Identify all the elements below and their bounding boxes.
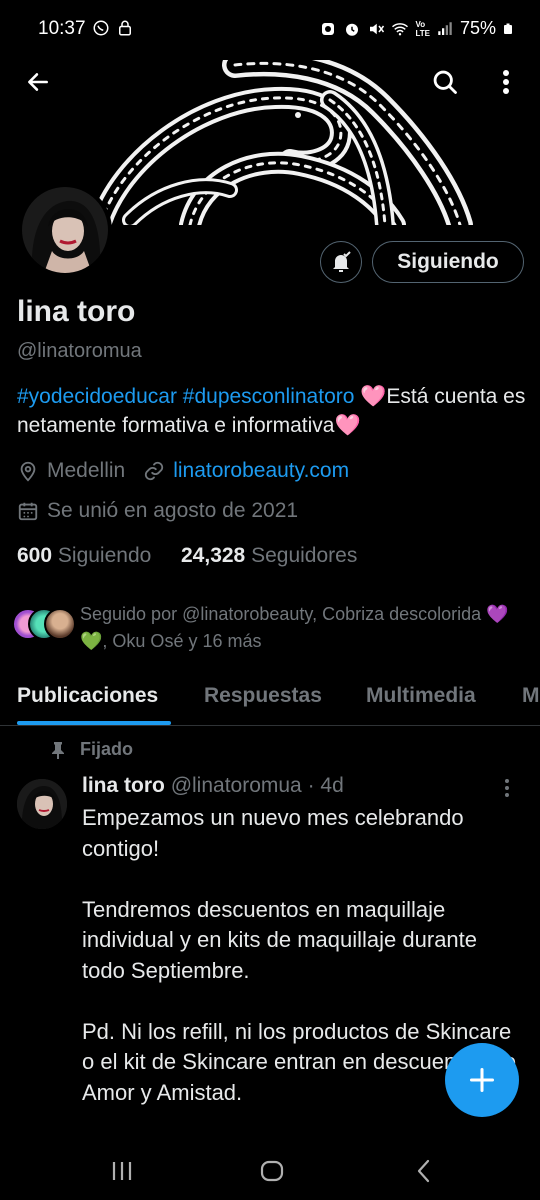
- bio-hashtags[interactable]: #yodecidoeducar #dupesconlinatoro: [17, 385, 354, 408]
- profile-website-link[interactable]: linatorobeauty.com: [173, 459, 349, 483]
- chevron-left-icon: [417, 1159, 430, 1183]
- more-vertical-icon: [505, 779, 509, 797]
- back-button[interactable]: [16, 60, 60, 104]
- search-button[interactable]: [423, 60, 467, 104]
- home-button[interactable]: [252, 1154, 292, 1188]
- followed-by-part-2: , Oku Osé y 16 más: [102, 631, 262, 651]
- whatsapp-icon: [93, 20, 109, 36]
- more-vertical-icon: [503, 70, 509, 94]
- home-icon: [260, 1160, 284, 1182]
- plus-icon: [469, 1067, 495, 1093]
- status-time: 10:37: [38, 18, 86, 39]
- post-author-handle[interactable]: @linatoromua: [171, 774, 302, 797]
- post-paragraph: Empezamos un nuevo mes celebrando contig…: [82, 805, 464, 861]
- location-pin-icon: [20, 461, 36, 482]
- profile-location: Medellin: [47, 459, 126, 482]
- followers-count: 24,328: [181, 544, 246, 567]
- battery-icon: [504, 23, 512, 34]
- notifications-toggle-button[interactable]: [320, 241, 362, 283]
- search-icon: [433, 70, 457, 94]
- profile-joined-row: Se unió en agosto de 2021: [17, 499, 298, 523]
- bio-heart-emoji: 🩷: [360, 385, 387, 408]
- system-navigation-bar: [0, 1140, 540, 1200]
- recent-apps-icon: [112, 1162, 132, 1180]
- profile-avatar[interactable]: [18, 183, 112, 277]
- active-tab-indicator: [17, 721, 171, 725]
- status-bar: 10:37 Vo LTE 75%: [0, 0, 540, 60]
- post-author-avatar[interactable]: [17, 779, 67, 829]
- follow-counts: 600 Siguiendo 24,328 Seguidores: [17, 544, 357, 568]
- tab-me-gusta[interactable]: M: [522, 684, 540, 708]
- post-header: lina toro @linatoromua · 4d: [82, 774, 344, 798]
- post-separator: ·: [307, 774, 315, 797]
- battery-percent: 75%: [459, 18, 496, 38]
- following-button[interactable]: Siguiendo: [372, 241, 524, 283]
- tab-respuestas[interactable]: Respuestas: [204, 684, 322, 708]
- follower-avatar-3: [44, 608, 76, 640]
- following-count-link[interactable]: 600 Siguiendo: [17, 544, 151, 567]
- post-more-button[interactable]: [504, 778, 510, 803]
- back-nav-button[interactable]: [404, 1154, 444, 1188]
- pinned-label: Fijado: [80, 739, 133, 759]
- bell-check-icon: [333, 251, 351, 272]
- post-author-name[interactable]: lina toro: [82, 774, 165, 797]
- post-avatar-portrait: [17, 779, 67, 829]
- pinned-indicator: Fijado: [50, 739, 133, 760]
- followers-count-link[interactable]: 24,328 Seguidores: [181, 544, 357, 567]
- wifi-icon: [392, 22, 409, 35]
- profile-joined-date: Se unió en agosto de 2021: [47, 499, 299, 522]
- followed-by-part-1: Seguido por @linatorobeauty, Cobriza des…: [80, 604, 487, 624]
- network-label-top: Vo: [415, 19, 426, 29]
- post-paragraph: Tendremos descuentos en maquillaje indiv…: [82, 896, 478, 983]
- recent-apps-button[interactable]: [102, 1154, 142, 1188]
- post-age[interactable]: 4d: [320, 774, 343, 797]
- profile-handle: @linatoromua: [17, 340, 142, 362]
- profile-meta-row: Medellin linatorobeauty.com: [17, 459, 349, 483]
- following-label: Siguiendo: [57, 544, 152, 567]
- more-options-button[interactable]: [484, 60, 528, 104]
- notification-icon: [322, 22, 335, 35]
- tab-multimedia[interactable]: Multimedia: [366, 684, 476, 708]
- profile-tabs: Publicaciones Respuestas Multimedia M: [0, 670, 540, 726]
- pin-icon: [52, 741, 64, 759]
- following-count: 600: [17, 544, 53, 567]
- profile-name: lina toro: [17, 295, 136, 328]
- signal-icon: [438, 21, 452, 35]
- calendar-icon: [18, 502, 38, 521]
- bio-heart-emoji-2: 🩷: [334, 414, 361, 437]
- avatar-portrait: [22, 187, 108, 273]
- followed-by-avatars[interactable]: [12, 608, 76, 642]
- followers-label: Seguidores: [251, 544, 358, 567]
- followed-by-text[interactable]: Seguido por @linatorobeauty, Cobriza des…: [80, 601, 520, 655]
- network-type-label: Vo LTE: [415, 20, 430, 38]
- link-icon: [145, 461, 164, 481]
- lock-icon: [119, 20, 131, 36]
- mute-icon: [370, 23, 385, 34]
- alarm-icon: [346, 23, 359, 36]
- compose-post-button[interactable]: [445, 1043, 519, 1117]
- profile-bio: #yodecidoeducar #dupesconlinatoro 🩷Está …: [17, 382, 527, 440]
- network-label-bottom: LTE: [415, 28, 430, 38]
- tab-publicaciones[interactable]: Publicaciones: [17, 684, 158, 708]
- arrow-left-icon: [28, 73, 48, 91]
